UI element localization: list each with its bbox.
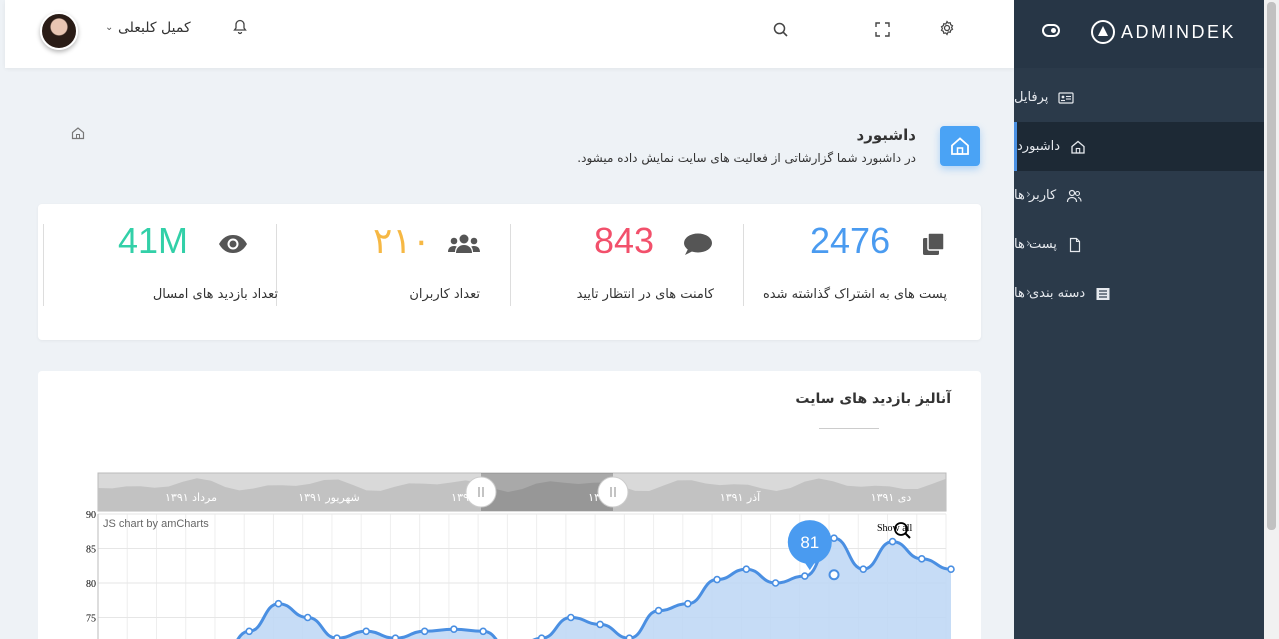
- data-point: [245, 627, 254, 636]
- scrollbar-label: دی ۱۳۹۱: [871, 491, 912, 504]
- comment-icon: [683, 233, 713, 261]
- data-point: [450, 625, 458, 634]
- brand-name: ADMINDEK: [1120, 21, 1236, 42]
- data-point: [537, 634, 546, 639]
- data-point: [684, 599, 692, 608]
- copy-icon: [921, 231, 947, 261]
- y-tick-label: 90: [86, 510, 96, 521]
- stat-value: ۲۱۰: [373, 220, 432, 261]
- data-point: [391, 634, 400, 639]
- page-title: داشبورد: [856, 126, 916, 144]
- bell-icon[interactable]: [233, 19, 247, 39]
- sidebar-item-label: پرفایل: [1014, 90, 1049, 105]
- sidebar-item-dashboard[interactable]: داشبورد: [1014, 122, 1264, 171]
- visits-chart[interactable]: دی ۱۳۹۱ آذر ۱۳۹۱ ۱۳۹۱ ۱۳۹۱ شهریور ۱۳۹۱ مرداد …: [38, 371, 981, 639]
- stat-label: تعداد کاربران: [409, 287, 480, 302]
- y-tick-label: 85: [86, 545, 96, 556]
- divider: [43, 224, 44, 306]
- data-point: [654, 606, 663, 615]
- brand-logo[interactable]: ADMINDEK: [1090, 20, 1236, 44]
- scrollbar-label: شهریور ۱۳۹۱: [298, 491, 360, 504]
- data-point: [947, 565, 955, 573]
- sidebar-item-categories[interactable]: ‹ دسته بندی ها: [1014, 269, 1264, 318]
- sidebar-item-users[interactable]: ‹ کاربر ها: [1014, 171, 1264, 220]
- data-point: [625, 634, 634, 639]
- data-point: [420, 627, 429, 636]
- stat-label: تعداد بازدید های امسال: [152, 287, 278, 302]
- stat-label: کامنت های در انتظار تایید: [576, 287, 714, 302]
- eye-icon: [218, 234, 248, 258]
- tooltip-value: 81: [800, 533, 819, 552]
- list-icon: [1095, 286, 1111, 302]
- sidebar-header: ADMINDEK: [1014, 0, 1264, 68]
- chart-scrollbar[interactable]: دی ۱۳۹۱ آذر ۱۳۹۱ ۱۳۹۱ ۱۳۹۱ شهریور ۱۳۹۱ مرداد …: [97, 472, 947, 512]
- users-icon: [1066, 188, 1082, 204]
- sidebar-item-label: کاربر ها: [1014, 188, 1057, 203]
- zoom-icon[interactable]: [893, 521, 913, 541]
- stat-label: پست های به اشتراک گذاشته شده: [762, 287, 947, 302]
- stat-posts: 2476 پست های به اشتراک گذاشته شده: [748, 204, 981, 340]
- sidebar-menu: پرفایل داشبورد ‹ کاربر ها ‹ پست ها ‹ دست…: [1014, 73, 1264, 318]
- gear-icon[interactable]: [939, 20, 955, 40]
- page-subtitle: در داشبورد شما گزارشاتی از فعالیت های سا…: [577, 151, 916, 165]
- toggle-icon[interactable]: [1042, 24, 1060, 37]
- data-point: [917, 555, 926, 563]
- id-card-icon: [1058, 90, 1075, 106]
- scrollbar-label: ۱۳۹۱: [588, 491, 612, 504]
- stats-card: 2476 پست های به اشتراک گذاشته شده 843 کا…: [38, 204, 981, 340]
- stat-users: ۲۱۰ تعداد کاربران: [281, 204, 514, 340]
- chart-y-axis: 90 85 80 75: [86, 510, 96, 625]
- stat-value: 2476: [810, 220, 891, 261]
- highlighted-point: [828, 569, 840, 581]
- sidebar-item-label: دسته بندی ها: [1014, 286, 1086, 301]
- data-point: [567, 613, 575, 622]
- sidebar: ADMINDEK پرفایل داشبورد ‹ کاربر ها ‹ پست…: [1014, 0, 1264, 639]
- data-point: [859, 565, 868, 573]
- breadcrumb-home-icon[interactable]: [71, 125, 85, 140]
- file-icon: [1067, 237, 1083, 253]
- sidebar-item-label: داشبورد: [1017, 139, 1060, 154]
- data-point: [830, 534, 838, 542]
- scrollbar-label: مرداد ۱۳۹۱: [165, 491, 217, 504]
- stat-value: 41M: [118, 220, 189, 261]
- chevron-left-icon: ‹: [1026, 285, 1031, 299]
- data-point: [274, 599, 283, 608]
- data-point: [596, 620, 604, 629]
- scrollbar-label: ۱۳۹۱: [451, 491, 475, 504]
- y-tick-label: 75: [86, 614, 96, 625]
- fullscreen-icon[interactable]: [875, 22, 890, 41]
- sidebar-item-posts[interactable]: ‹ پست ها: [1014, 220, 1264, 269]
- top-header: ⌄ کمیل کلبعلی: [5, 0, 1015, 68]
- logo-icon: [1090, 20, 1115, 44]
- data-point: [333, 634, 341, 639]
- stat-value: 843: [594, 220, 655, 261]
- sidebar-item-profile[interactable]: پرفایل: [1014, 73, 1264, 122]
- data-point: [742, 565, 751, 573]
- data-point: [713, 575, 721, 584]
- username[interactable]: کمیل کلبعلی: [118, 20, 191, 36]
- chevron-left-icon: ‹: [1026, 187, 1031, 201]
- data-point: [771, 579, 780, 587]
- avatar[interactable]: [40, 12, 78, 50]
- users-group-icon: [448, 234, 480, 258]
- chevron-down-icon[interactable]: ⌄: [105, 22, 113, 33]
- page-scrollbar[interactable]: [1264, 0, 1279, 639]
- stat-visits: 41M تعداد بازدید های امسال: [48, 204, 281, 340]
- home-icon: [1070, 139, 1086, 155]
- scrollbar-label: آذر ۱۳۹۱: [720, 490, 761, 504]
- chevron-left-icon: ‹: [1026, 236, 1031, 250]
- stat-comments: 843 کامنت های در انتظار تایید: [515, 204, 748, 340]
- data-point: [362, 627, 370, 636]
- sidebar-item-label: پست ها: [1014, 237, 1057, 252]
- page-icon: [940, 126, 980, 166]
- data-point: [479, 627, 487, 636]
- home-icon: [951, 137, 969, 155]
- scrollbar-thumb[interactable]: [1267, 2, 1276, 530]
- data-point: [800, 572, 809, 580]
- chart-credit[interactable]: JS chart by amCharts: [103, 518, 209, 530]
- y-tick-label: 80: [86, 579, 96, 590]
- data-point: [303, 613, 312, 622]
- search-icon[interactable]: [773, 22, 789, 42]
- chart-card: آنالیز بازدید های سایت دی ۱۳۹۱ آذر ۱۳۹۱ ۱۳…: [38, 371, 981, 639]
